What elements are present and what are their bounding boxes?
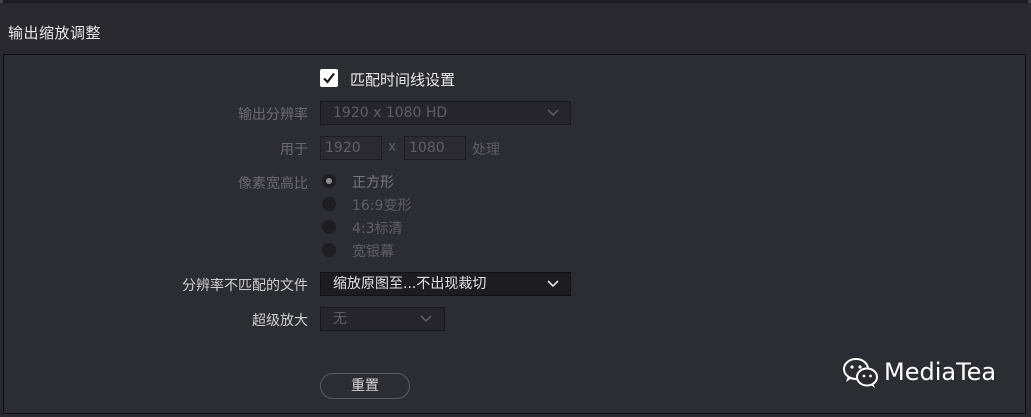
reset-button[interactable]: 重置 — [320, 373, 410, 399]
radio-square[interactable] — [321, 173, 337, 189]
radio-square-label: 正方形 — [352, 175, 394, 191]
mismatched-resolution-value: 缩放原图至...不出现裁切 — [333, 276, 487, 292]
top-divider — [0, 0, 1031, 3]
dimension-separator: x — [388, 139, 397, 155]
pixel-aspect-label: 像素宽高比 — [238, 176, 308, 192]
super-scale-dropdown[interactable]: 无 — [320, 307, 445, 331]
super-scale-value: 无 — [333, 311, 347, 327]
radio-sd-4-3[interactable] — [321, 219, 337, 235]
output-resolution-dropdown[interactable]: 1920 x 1080 HD — [320, 101, 571, 125]
match-timeline-checkbox[interactable] — [320, 69, 338, 87]
process-height-field[interactable]: 1080 — [404, 136, 466, 160]
divider-corner-left — [0, 0, 3, 3]
process-at-label: 用于 — [280, 142, 308, 158]
radio-sd-4-3-label: 4:3标清 — [352, 221, 403, 237]
radio-cinemascope[interactable] — [321, 242, 337, 258]
chevron-down-icon — [420, 315, 432, 323]
mismatched-resolution-dropdown[interactable]: 缩放原图至...不出现裁切 — [320, 272, 571, 296]
match-timeline-label: 匹配时间线设置 — [350, 71, 456, 89]
process-suffix: 处理 — [472, 142, 500, 158]
output-resolution-value: 1920 x 1080 HD — [333, 105, 448, 121]
radio-selected-dot — [326, 178, 332, 184]
radio-anamorphic-16-9-label: 16:9变形 — [352, 198, 412, 214]
process-width-field[interactable]: 1920 — [320, 136, 382, 160]
wechat-icon — [843, 358, 878, 388]
output-resolution-label: 输出分辨率 — [238, 107, 308, 123]
chevron-down-icon — [547, 280, 559, 288]
radio-anamorphic-16-9[interactable] — [321, 196, 337, 212]
chevron-down-icon — [547, 109, 559, 117]
radio-cinemascope-label: 宽银幕 — [352, 244, 394, 260]
super-scale-label: 超级放大 — [252, 313, 308, 329]
watermark-text: MediaTea — [884, 358, 997, 386]
section-title: 输出缩放调整 — [8, 24, 102, 42]
mismatched-resolution-label: 分辨率不匹配的文件 — [182, 278, 308, 294]
checkmark-icon — [323, 72, 335, 84]
